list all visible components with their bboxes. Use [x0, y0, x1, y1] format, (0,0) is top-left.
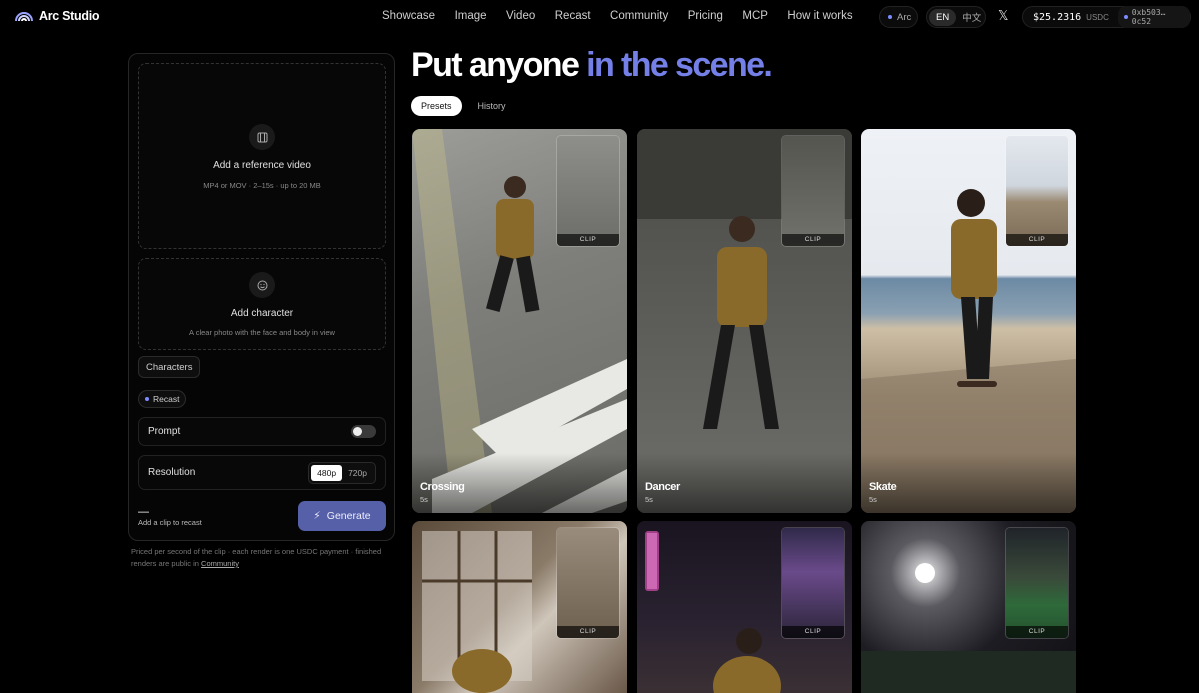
tab-presets[interactable]: Presets: [411, 96, 462, 116]
generate-button[interactable]: ⚡ Generate: [298, 501, 386, 531]
card-title: Skate: [869, 481, 897, 493]
headline-part-b: in the scene.: [586, 46, 773, 84]
clip-preview: CLIP: [556, 135, 620, 247]
preset-card-5[interactable]: CLIP: [637, 521, 852, 693]
card-duration: 5s: [869, 495, 877, 504]
network-badge[interactable]: Arc: [879, 6, 918, 28]
clip-preview: CLIP: [781, 527, 845, 639]
rainbow-arc-icon: [15, 12, 33, 22]
clip-preview: CLIP: [781, 135, 845, 247]
cost-value: —: [138, 506, 149, 518]
nav-video[interactable]: Video: [506, 10, 535, 22]
wallet-balance: $25.2316: [1033, 11, 1082, 23]
resolution-label: Resolution: [148, 467, 196, 478]
mode-chip-recast[interactable]: Recast: [138, 390, 187, 408]
lang-zh-button[interactable]: 中文: [962, 10, 981, 24]
clip-label: CLIP: [557, 626, 619, 638]
network-label: Arc: [897, 11, 912, 23]
language-switcher: EN 中文: [926, 6, 986, 28]
top-bar: Arc Studio Showcase Image Video Recast C…: [0, 0, 1199, 34]
recast-panel: Add a reference video MP4 or MOV · 2–15s…: [128, 53, 395, 541]
clip-preview: CLIP: [556, 527, 620, 639]
preset-card-dancer[interactable]: CLIP Dancer 5s: [637, 129, 852, 513]
nav-pricing[interactable]: Pricing: [688, 10, 723, 22]
character-dropzone-hint: A clear photo with the face and body in …: [189, 328, 335, 337]
nav-image[interactable]: Image: [455, 10, 487, 22]
wallet-address-chip: 0xb503…0c52: [1117, 6, 1190, 28]
preset-card-6[interactable]: CLIP: [861, 521, 1076, 693]
character-dropzone[interactable]: Add character A clear photo with the fac…: [138, 258, 386, 350]
wallet-dot-icon: [1123, 15, 1128, 19]
clip-label: CLIP: [1006, 626, 1068, 638]
mode-dot-icon: [145, 397, 149, 401]
pricing-note-text: Priced per second of the clip · each ren…: [131, 547, 382, 568]
main-nav: Showcase Image Video Recast Community Pr…: [382, 10, 872, 22]
clip-preview: CLIP: [1005, 135, 1069, 247]
clip-label: CLIP: [1006, 234, 1068, 246]
nav-recast[interactable]: Recast: [555, 10, 591, 22]
video-dropzone-title: Add a reference video: [213, 160, 311, 171]
clip-thumbnail: [1006, 528, 1068, 638]
card-duration: 5s: [645, 495, 653, 504]
preset-card-skate[interactable]: CLIP Skate 5s: [861, 129, 1076, 513]
wallet-address: 0xb503…0c52: [1131, 8, 1166, 26]
clip-thumbnail: [782, 136, 844, 246]
clip-thumbnail: [557, 528, 619, 638]
nav-showcase[interactable]: Showcase: [382, 10, 435, 22]
clip-preview: CLIP: [1005, 527, 1069, 639]
wallet-unit: USDC: [1086, 12, 1109, 22]
resolution-720p[interactable]: 720p: [342, 465, 373, 481]
characters-button[interactable]: Characters: [138, 356, 201, 378]
character-dropzone-title: Add character: [230, 308, 294, 319]
page-title: Put anyone in the scene.: [411, 46, 773, 85]
status-dot-icon: [888, 15, 892, 19]
video-dropzone-hint: MP4 or MOV · 2–15s · up to 20 MB: [203, 181, 321, 190]
headline-part-a: Put anyone: [411, 46, 587, 84]
resolution-selector: 480p 720p: [308, 461, 376, 484]
nav-mcp[interactable]: MCP: [742, 10, 768, 22]
x-logo-icon[interactable]: 𝕏: [998, 9, 1011, 22]
preset-card-4[interactable]: CLIP: [412, 521, 627, 693]
brand-logo[interactable]: Arc Studio: [15, 9, 100, 23]
resolution-row: Resolution 480p 720p: [138, 455, 386, 490]
video-dropzone[interactable]: Add a reference video MP4 or MOV · 2–15s…: [138, 63, 386, 249]
generate-label: Generate: [326, 510, 371, 522]
clip-label: CLIP: [782, 626, 844, 638]
community-link[interactable]: Community: [201, 559, 239, 568]
lang-en-button[interactable]: EN: [929, 8, 957, 26]
prompt-label: Prompt: [148, 426, 181, 437]
prompt-toggle[interactable]: [351, 425, 376, 438]
bolt-icon: ⚡: [313, 510, 321, 522]
resolution-480p[interactable]: 480p: [311, 464, 343, 481]
clip-thumbnail: [1006, 136, 1068, 246]
gallery-tabs: Presets History: [411, 96, 516, 116]
card-title: Dancer: [645, 481, 680, 493]
clip-thumbnail: [782, 528, 844, 638]
card-duration: 5s: [420, 495, 428, 504]
card-title: Crossing: [420, 481, 465, 493]
cost-hint: Add a clip to recast: [138, 518, 202, 527]
brand-name: Arc Studio: [39, 9, 100, 23]
wallet-button[interactable]: $25.2316 USDC 0xb503…0c52: [1022, 6, 1191, 28]
nav-how-it-works[interactable]: How it works: [787, 10, 852, 22]
clip-label: CLIP: [557, 234, 619, 246]
nav-community[interactable]: Community: [610, 10, 668, 22]
preset-card-crossing[interactable]: CLIP Crossing 5s: [412, 129, 627, 513]
tab-history[interactable]: History: [468, 96, 516, 116]
clip-thumbnail: [557, 136, 619, 246]
smile-icon: [249, 272, 275, 298]
pricing-note: Priced per second of the clip · each ren…: [131, 546, 393, 570]
mode-chip-label: Recast: [153, 394, 180, 404]
film-icon: [249, 124, 275, 150]
prompt-row: Prompt: [138, 417, 386, 446]
clip-label: CLIP: [782, 234, 844, 246]
